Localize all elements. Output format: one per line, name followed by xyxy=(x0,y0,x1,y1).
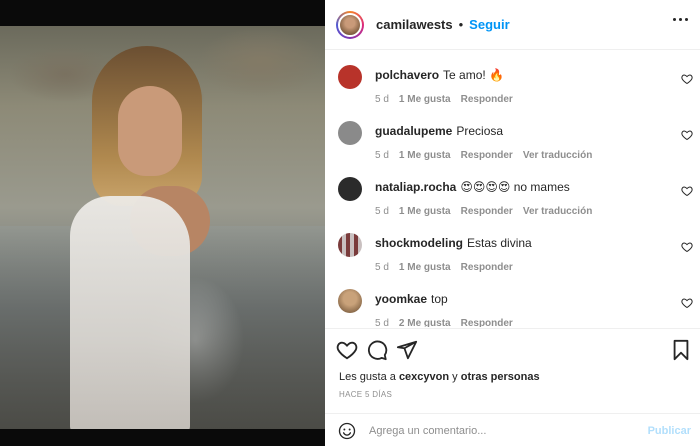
comment-avatar[interactable] xyxy=(338,289,362,313)
liked-by-user[interactable]: cexcyvon xyxy=(399,371,449,383)
like-comment-heart-icon[interactable] xyxy=(681,185,693,197)
comment-likes[interactable]: 1 Me gusta xyxy=(399,206,451,217)
reply-button[interactable]: Responder xyxy=(461,150,513,161)
comments-list[interactable]: polchavero Te amo! 🔥 5 d 1 Me gusta Respond… xyxy=(325,51,700,327)
comment-likes[interactable]: 1 Me gusta xyxy=(399,150,451,161)
photo-panel xyxy=(0,0,325,446)
follow-button[interactable]: Seguir xyxy=(469,17,509,32)
share-paper-plane-icon[interactable] xyxy=(396,339,418,361)
see-translation-button[interactable]: Ver traducción xyxy=(523,150,592,161)
more-options-icon[interactable] xyxy=(673,18,688,21)
comment-likes[interactable]: 1 Me gusta xyxy=(399,262,451,273)
like-comment-heart-icon[interactable] xyxy=(681,241,693,253)
post-details-panel: camilawests • Seguir polchavero Te amo! 🔥… xyxy=(325,0,700,446)
comment-username[interactable]: shockmodeling xyxy=(375,236,463,250)
comment-text: Estas divina xyxy=(467,236,532,250)
comment-item: yoomkae top 5 d 2 Me gusta Responder xyxy=(325,275,700,327)
post-actions-bar xyxy=(325,328,700,368)
comment-time: 5 d xyxy=(375,94,389,105)
comment-time: 5 d xyxy=(375,318,389,327)
likes-summary: Les gusta a cexcyvon y otras personas xyxy=(339,371,540,383)
comment-item: polchavero Te amo! 🔥 5 d 1 Me gusta Respond… xyxy=(325,51,700,107)
comment-avatar[interactable] xyxy=(338,177,362,201)
emoji-icon[interactable] xyxy=(338,422,356,440)
post-photo[interactable] xyxy=(0,26,325,429)
comment-username[interactable]: nataliap.rocha xyxy=(375,180,456,194)
post-header: camilawests • Seguir xyxy=(325,0,700,50)
comment-text: top xyxy=(431,292,448,306)
comment-avatar[interactable] xyxy=(338,65,362,89)
comment-bubble-icon[interactable] xyxy=(366,339,388,361)
comment-time: 5 d xyxy=(375,206,389,217)
comment-text: 😍😍😍😍 no mames xyxy=(460,180,570,194)
comment-item: guadalupeme Preciosa 5 d 1 Me gusta Respond… xyxy=(325,107,700,163)
reply-button[interactable]: Responder xyxy=(461,94,513,105)
author-username[interactable]: camilawests xyxy=(376,17,453,32)
add-comment-bar: Agrega un comentario... Publicar xyxy=(325,413,700,446)
see-translation-button[interactable]: Ver traducción xyxy=(523,206,592,217)
liked-by-others[interactable]: otras personas xyxy=(461,371,540,383)
like-heart-icon[interactable] xyxy=(336,339,358,361)
like-comment-heart-icon[interactable] xyxy=(681,297,693,309)
comment-text: Preciosa xyxy=(456,124,504,138)
comment-time: 5 d xyxy=(375,150,389,161)
comment-item: nataliap.rocha 😍😍😍😍 no mames 5 d 1 Me gust… xyxy=(325,163,700,219)
comment-avatar[interactable] xyxy=(338,121,362,145)
header-separator: • xyxy=(458,17,464,32)
bookmark-icon[interactable] xyxy=(670,339,692,361)
comment-username[interactable]: yoomkae xyxy=(375,292,427,306)
reply-button[interactable]: Responder xyxy=(461,206,513,217)
post-timestamp[interactable]: HACE 5 DÍAS xyxy=(339,390,392,399)
reply-button[interactable]: Responder xyxy=(461,262,513,273)
comment-likes[interactable]: 2 Me gusta xyxy=(399,318,451,327)
comment-item: shockmodeling Estas divina 5 d 1 Me gusta R… xyxy=(325,219,700,275)
like-comment-heart-icon[interactable] xyxy=(681,129,693,141)
comment-time: 5 d xyxy=(375,262,389,273)
photo-figure xyxy=(70,46,210,429)
comment-avatar[interactable] xyxy=(338,233,362,257)
comment-text: Te amo! 🔥 xyxy=(443,68,504,82)
author-avatar[interactable] xyxy=(336,10,364,39)
comment-username[interactable]: polchavero xyxy=(375,68,439,82)
publish-button[interactable]: Publicar xyxy=(648,425,691,437)
comment-likes[interactable]: 1 Me gusta xyxy=(399,94,451,105)
comment-username[interactable]: guadalupeme xyxy=(375,124,452,138)
reply-button[interactable]: Responder xyxy=(461,318,513,327)
comment-input[interactable]: Agrega un comentario... xyxy=(369,425,486,437)
like-comment-heart-icon[interactable] xyxy=(681,73,693,85)
